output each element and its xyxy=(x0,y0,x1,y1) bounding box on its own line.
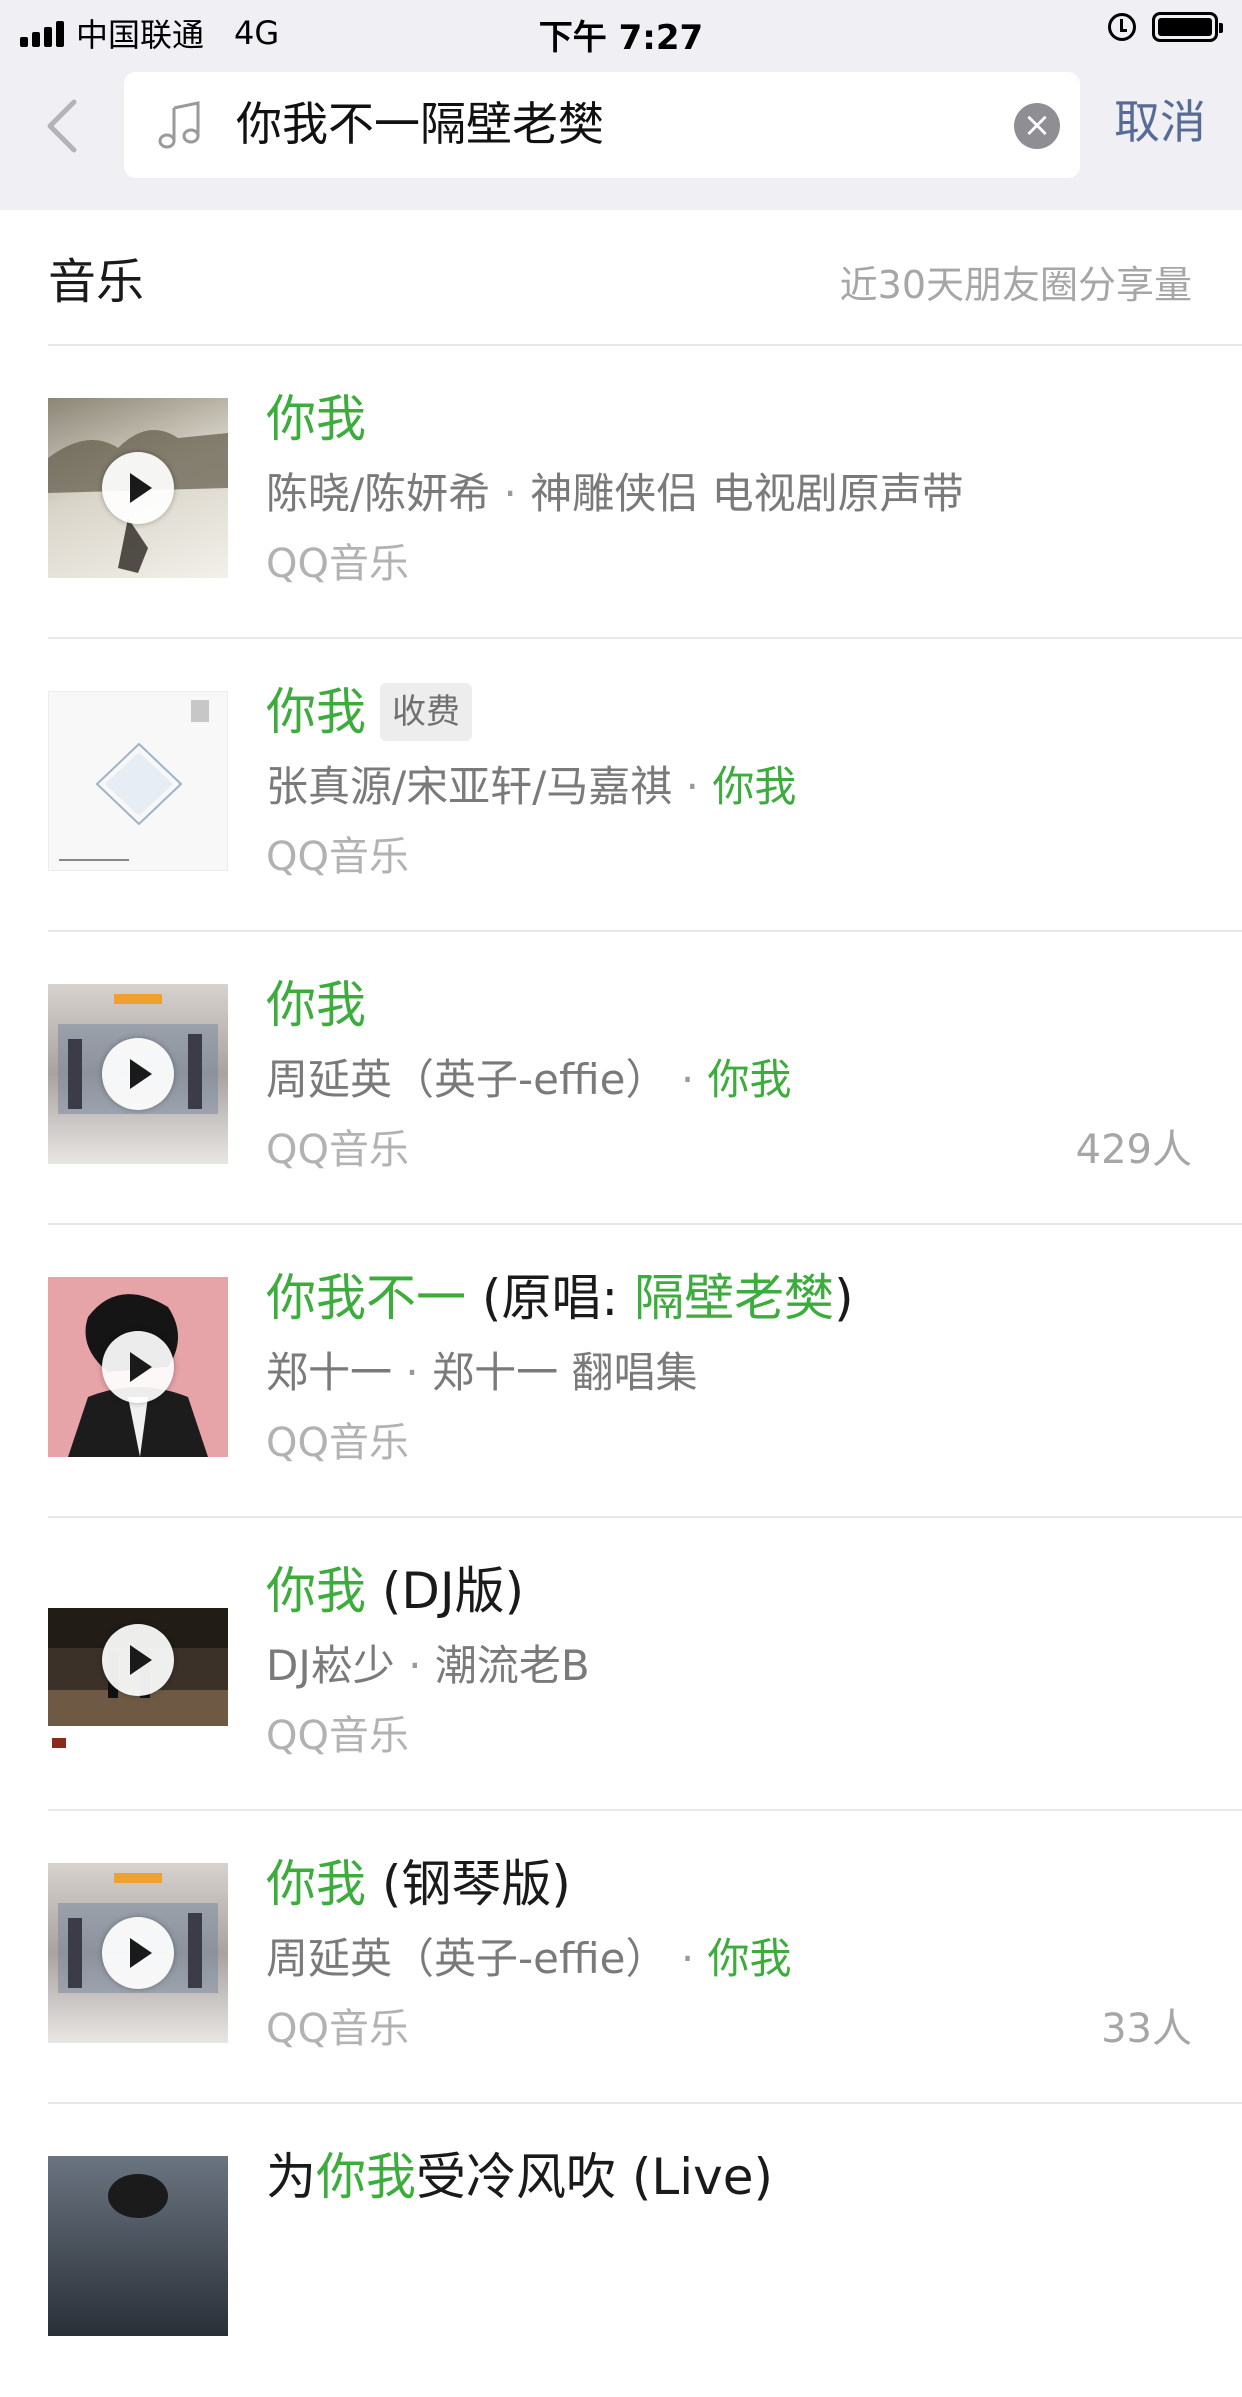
share-count: 429人 xyxy=(1075,1127,1192,1173)
song-source: QQ音乐 xyxy=(266,1127,409,1173)
song-subtitle: 陈晓/陈妍希 · 神雕侠侣 电视剧原声带 xyxy=(266,469,964,518)
clear-search-icon[interactable]: × xyxy=(1014,103,1060,149)
song-source: QQ音乐 xyxy=(266,541,409,587)
song-subtitle: DJ崧少 · 潮流老B xyxy=(266,1641,590,1690)
top-bar: 中国联通 4G 下午 7:27 你我不一隔壁老樊 × 取消 xyxy=(0,0,1242,210)
status-time: 下午 7:27 xyxy=(538,18,704,58)
album-cover[interactable] xyxy=(48,984,228,1164)
song-title: 你我 (DJ版) xyxy=(266,1562,525,1620)
section-meta: 近30天朋友圈分享量 xyxy=(839,263,1192,307)
album-cover[interactable] xyxy=(48,2156,228,2336)
share-count: 33人 xyxy=(1101,2006,1192,2052)
alarm-icon xyxy=(1108,13,1136,41)
play-icon[interactable] xyxy=(102,1624,174,1696)
cover-art xyxy=(108,2174,168,2218)
song-source: QQ音乐 xyxy=(266,1420,409,1466)
search-query-text[interactable]: 你我不一隔壁老樊 xyxy=(236,94,604,154)
cancel-button[interactable]: 取消 xyxy=(1114,92,1206,152)
song-title: 你我 xyxy=(266,390,366,448)
play-icon[interactable] xyxy=(102,1038,174,1110)
play-icon[interactable] xyxy=(102,1331,174,1403)
play-icon[interactable] xyxy=(102,1917,174,1989)
album-cover[interactable] xyxy=(48,691,228,871)
album-cover[interactable] xyxy=(48,1863,228,2043)
battery-icon xyxy=(1152,12,1223,42)
list-item[interactable]: 你我 陈晓/陈妍希 · 神雕侠侣 电视剧原声带 QQ音乐 xyxy=(0,346,1242,639)
song-subtitle: 郑十一 · 郑十一 翻唱集 xyxy=(266,1348,698,1397)
song-subtitle: 周延英（英子-effie） · 你我 xyxy=(266,1934,792,1983)
song-title: 你我 xyxy=(266,976,366,1034)
song-title: 你我 (钢琴版) xyxy=(266,1855,571,1913)
status-bar: 中国联通 4G 下午 7:27 xyxy=(0,0,1242,60)
song-source: QQ音乐 xyxy=(266,1713,409,1759)
paid-badge: 收费 xyxy=(380,683,472,741)
list-item[interactable]: 你我 周延英（英子-effie） · 你我 QQ音乐 429人 xyxy=(0,932,1242,1225)
song-subtitle: 周延英（英子-effie） · 你我 xyxy=(266,1055,792,1104)
back-button[interactable] xyxy=(40,96,86,156)
list-item[interactable]: 你我 收费 张真源/宋亚轩/马嘉祺 · 你我 QQ音乐 xyxy=(0,639,1242,932)
song-source: QQ音乐 xyxy=(266,834,409,880)
list-item[interactable]: 为你我受冷风吹 (Live) xyxy=(0,2104,1242,2397)
song-title: 为你我受冷风吹 (Live) xyxy=(266,2148,774,2206)
song-title: 你我不一 (原唱: 隔壁老樊) xyxy=(266,1269,854,1327)
list-item[interactable]: 你我 (钢琴版) 周延英（英子-effie） · 你我 QQ音乐 33人 xyxy=(0,1811,1242,2104)
status-right xyxy=(1108,12,1223,42)
cover-art xyxy=(59,700,209,861)
song-title: 你我 收费 xyxy=(266,679,472,745)
results-list: 你我 陈晓/陈妍希 · 神雕侠侣 电视剧原声带 QQ音乐 你我 收费 张真源/宋亚… xyxy=(0,346,1242,2397)
list-item[interactable]: 你我不一 (原唱: 隔壁老樊) 郑十一 · 郑十一 翻唱集 QQ音乐 xyxy=(0,1225,1242,1518)
album-cover[interactable] xyxy=(48,1277,228,1457)
play-icon[interactable] xyxy=(102,452,174,524)
album-cover[interactable] xyxy=(48,398,228,578)
song-source: QQ音乐 xyxy=(266,2006,409,2052)
chevron-left-icon xyxy=(47,99,77,153)
song-subtitle: 张真源/宋亚轩/马嘉祺 · 你我 xyxy=(266,762,797,811)
album-cover[interactable] xyxy=(48,1570,228,1750)
music-section-header: 音乐 近30天朋友圈分享量 xyxy=(0,210,1242,346)
list-item[interactable]: 你我 (DJ版) DJ崧少 · 潮流老B QQ音乐 xyxy=(0,1518,1242,1811)
music-note-icon xyxy=(158,101,200,149)
search-input[interactable]: 你我不一隔壁老樊 × xyxy=(124,72,1080,178)
section-title: 音乐 xyxy=(48,254,145,310)
